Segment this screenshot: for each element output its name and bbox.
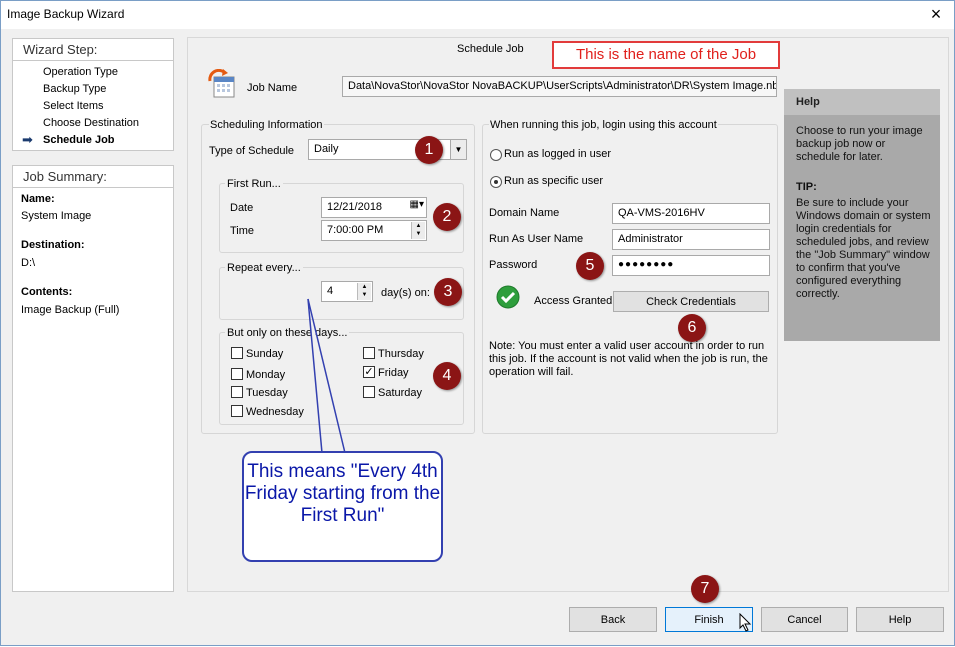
- bubble-pointer-lines: [307, 298, 346, 454]
- mouse-cursor-icon: [739, 612, 753, 636]
- annotation-badge-5: 5: [576, 252, 604, 280]
- wizard-window: Image Backup Wizard × Wizard Step: Opera…: [0, 0, 955, 646]
- annotation-badge-1: 1: [415, 136, 443, 164]
- annotation-bubble: This means "Every 4th Friday starting fr…: [242, 451, 443, 562]
- help-button[interactable]: Help: [856, 607, 944, 632]
- cancel-button[interactable]: Cancel: [761, 607, 848, 632]
- annotation-badge-7: 7: [691, 575, 719, 603]
- annotation-badge-3: 3: [434, 278, 462, 306]
- annotation-badge-2: 2: [433, 203, 461, 231]
- annotation-badge-6: 6: [678, 314, 706, 342]
- back-button[interactable]: Back: [569, 607, 657, 632]
- annotation-badge-4: 4: [433, 362, 461, 390]
